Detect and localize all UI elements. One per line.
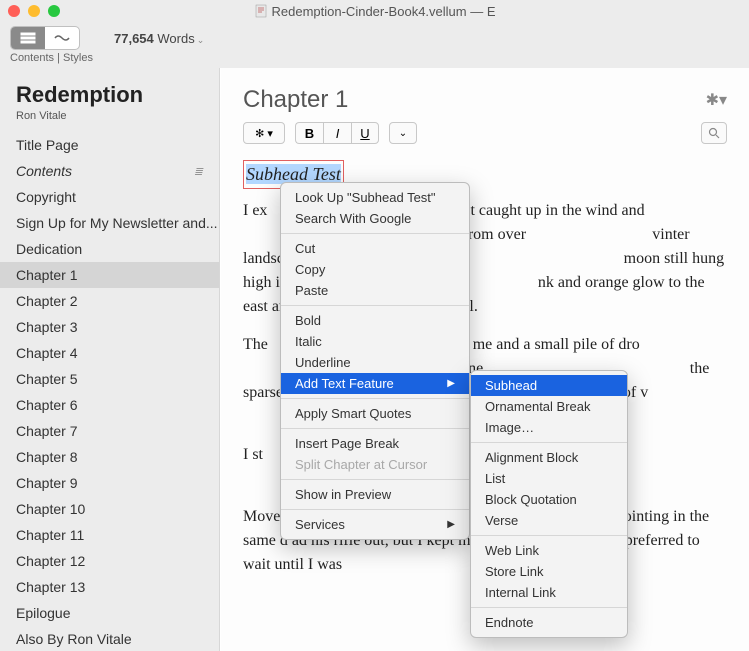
nav-item[interactable]: Epilogue bbox=[0, 600, 219, 626]
submenu-list[interactable]: List bbox=[471, 468, 627, 489]
submenu-block-quotation[interactable]: Block Quotation bbox=[471, 489, 627, 510]
nav-item-label: Dedication bbox=[16, 241, 82, 257]
nav-item[interactable]: Chapter 2 bbox=[0, 288, 219, 314]
context-menu: Look Up "Subhead Test" Search With Googl… bbox=[280, 182, 470, 540]
nav-item[interactable]: Chapter 9 bbox=[0, 470, 219, 496]
document-icon bbox=[254, 4, 268, 18]
menu-underline[interactable]: Underline bbox=[281, 352, 469, 373]
menu-services[interactable]: Services ▶ bbox=[281, 514, 469, 535]
nav-item-label: Chapter 1 bbox=[16, 267, 77, 283]
nav-item[interactable]: Sign Up for My Newsletter and... bbox=[0, 210, 219, 236]
nav-item-label: Title Page bbox=[16, 137, 79, 153]
nav-item-label: Chapter 11 bbox=[16, 527, 84, 543]
more-format-dropdown[interactable]: ⌄ bbox=[389, 122, 417, 144]
style-dropdown[interactable]: ✻ ▾ bbox=[243, 122, 285, 144]
nav-item[interactable]: Chapter 8 bbox=[0, 444, 219, 470]
sidebar-tabs[interactable]: Contents | Styles bbox=[0, 52, 749, 68]
nav-item-label: Contents bbox=[16, 163, 72, 179]
nav-item[interactable]: Chapter 10 bbox=[0, 496, 219, 522]
submenu-subhead[interactable]: Subhead bbox=[471, 375, 627, 396]
word-count[interactable]: 77,654 Words⌄ bbox=[114, 31, 204, 46]
nav-item-label: Chapter 12 bbox=[16, 553, 85, 569]
nav-item[interactable]: Title Page bbox=[0, 132, 219, 158]
menu-paste[interactable]: Paste bbox=[281, 280, 469, 301]
menu-add-text-feature[interactable]: Add Text Feature ▶ bbox=[281, 373, 469, 394]
nav-item[interactable]: Chapter 1 bbox=[0, 262, 219, 288]
close-window-button[interactable] bbox=[8, 5, 20, 17]
nav-item[interactable]: Chapter 5 bbox=[0, 366, 219, 392]
submenu-verse[interactable]: Verse bbox=[471, 510, 627, 531]
underline-button[interactable]: U bbox=[351, 122, 379, 144]
nav-item[interactable]: Chapter 11 bbox=[0, 522, 219, 548]
navigator-view-button[interactable] bbox=[11, 27, 45, 49]
nav-item-label: Chapter 13 bbox=[16, 579, 85, 595]
nav-item[interactable]: Dedication bbox=[0, 236, 219, 262]
nav-item-label: Chapter 6 bbox=[16, 397, 77, 413]
nav-item[interactable]: Copyright bbox=[0, 184, 219, 210]
add-text-feature-submenu: Subhead Ornamental Break Image… Alignmen… bbox=[470, 370, 628, 638]
nav-item-label: Copyright bbox=[16, 189, 76, 205]
nav-item-label: Chapter 5 bbox=[16, 371, 77, 387]
chevron-down-icon: ⌄ bbox=[197, 35, 205, 45]
nav-item[interactable]: Chapter 4 bbox=[0, 340, 219, 366]
bold-button[interactable]: B bbox=[295, 122, 323, 144]
italic-button[interactable]: I bbox=[323, 122, 351, 144]
zoom-window-button[interactable] bbox=[48, 5, 60, 17]
submenu-alignment-block[interactable]: Alignment Block bbox=[471, 447, 627, 468]
nav-item-label: Chapter 9 bbox=[16, 475, 77, 491]
menu-copy[interactable]: Copy bbox=[281, 259, 469, 280]
nav-item-label: Also By Ron Vitale bbox=[16, 631, 132, 647]
menu-bold[interactable]: Bold bbox=[281, 310, 469, 331]
minimize-window-button[interactable] bbox=[28, 5, 40, 17]
submenu-internal-link[interactable]: Internal Link bbox=[471, 582, 627, 603]
nav-item[interactable]: Chapter 3 bbox=[0, 314, 219, 340]
nav-item[interactable]: Chapter 13 bbox=[0, 574, 219, 600]
window-title: Redemption-Cinder-Book4.vellum — E bbox=[254, 4, 496, 19]
nav-item-label: Chapter 8 bbox=[16, 449, 77, 465]
nav-item-label: Chapter 7 bbox=[16, 423, 77, 439]
toc-icon: ≣ bbox=[194, 165, 203, 178]
menu-search-google[interactable]: Search With Google bbox=[281, 208, 469, 229]
submenu-image[interactable]: Image… bbox=[471, 417, 627, 438]
nav-item[interactable]: Chapter 12 bbox=[0, 548, 219, 574]
chevron-right-icon: ▶ bbox=[447, 378, 455, 389]
nav-item-label: Chapter 3 bbox=[16, 319, 77, 335]
nav-item[interactable]: Chapter 6 bbox=[0, 392, 219, 418]
nav-item-label: Epilogue bbox=[16, 605, 71, 621]
chapter-settings-button[interactable]: ✱▾ bbox=[706, 90, 727, 110]
submenu-web-link[interactable]: Web Link bbox=[471, 540, 627, 561]
navigator-sidebar: Redemption Ron Vitale Title Page Contents… bbox=[0, 68, 220, 651]
chevron-right-icon: ▶ bbox=[447, 519, 455, 530]
book-author: Ron Vitale bbox=[16, 110, 203, 122]
nav-item[interactable]: Chapter 7 bbox=[0, 418, 219, 444]
submenu-endnote[interactable]: Endnote bbox=[471, 612, 627, 633]
window-titlebar: Redemption-Cinder-Book4.vellum — E bbox=[0, 0, 749, 22]
search-button[interactable] bbox=[701, 122, 727, 144]
menu-split-chapter: Split Chapter at Cursor bbox=[281, 454, 469, 475]
submenu-store-link[interactable]: Store Link bbox=[471, 561, 627, 582]
nav-item[interactable]: Contents ≣ bbox=[0, 158, 219, 184]
menu-cut[interactable]: Cut bbox=[281, 238, 469, 259]
book-title: Redemption bbox=[16, 82, 203, 108]
chapter-title[interactable]: Chapter 1 bbox=[243, 86, 348, 114]
menu-insert-page-break[interactable]: Insert Page Break bbox=[281, 433, 469, 454]
nav-item-label: Chapter 2 bbox=[16, 293, 77, 309]
nav-item-label: Chapter 4 bbox=[16, 345, 77, 361]
search-icon bbox=[708, 127, 720, 139]
nav-item-label: Sign Up for My Newsletter and... bbox=[16, 215, 218, 231]
view-mode-segmented-control bbox=[10, 26, 80, 50]
menu-smart-quotes[interactable]: Apply Smart Quotes bbox=[281, 403, 469, 424]
menu-lookup[interactable]: Look Up "Subhead Test" bbox=[281, 187, 469, 208]
menu-italic[interactable]: Italic bbox=[281, 331, 469, 352]
nav-item-label: Chapter 10 bbox=[16, 501, 85, 517]
preview-view-button[interactable] bbox=[45, 27, 79, 49]
submenu-ornamental-break[interactable]: Ornamental Break bbox=[471, 396, 627, 417]
menu-show-preview[interactable]: Show in Preview bbox=[281, 484, 469, 505]
